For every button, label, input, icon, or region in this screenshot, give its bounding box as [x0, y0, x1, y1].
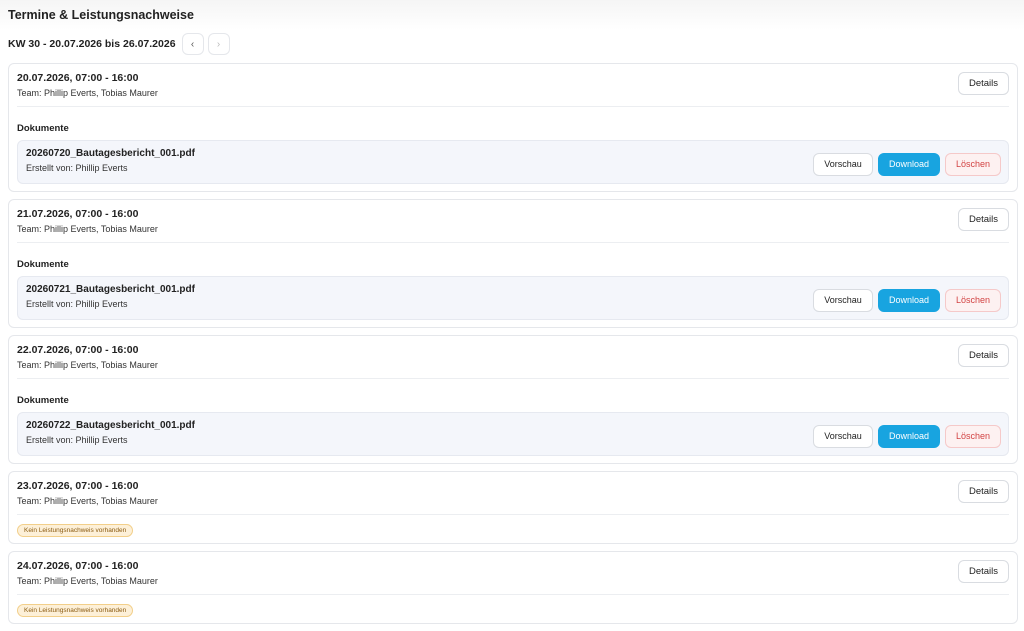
- appointment-card: 24.07.2026, 07:00 - 16:00 Team: Phillip E…: [8, 551, 1018, 624]
- preview-button[interactable]: Vorschau: [813, 288, 873, 312]
- document-actions: Vorschau Download Löschen: [813, 288, 1001, 312]
- appointment-header: 21.07.2026, 07:00 - 16:00 Team: Phillip E…: [9, 200, 1017, 242]
- appointment-info: 24.07.2026, 07:00 - 16:00 Team: Phillip E…: [17, 560, 158, 587]
- status-badge: Kein Leistungsnachweis vorhanden: [17, 524, 134, 537]
- appointment-info: 23.07.2026, 07:00 - 16:00 Team: Phillip E…: [17, 480, 158, 507]
- document-author: Erstellt von: Phillip Everts: [26, 434, 128, 445]
- appointment-info: 21.07.2026, 07:00 - 16:00 Team: Phillip E…: [17, 208, 158, 235]
- no-proof-section: Kein Leistungsnachweis vorhanden: [9, 595, 1017, 623]
- document-name: 20260720_Bautagesbericht_001.pdf: [26, 147, 195, 159]
- chevron-right-icon: ›: [216, 38, 221, 50]
- week-navigation: KW 30 - 20.07.2026 bis 26.07.2026 ‹ ›: [0, 32, 1024, 56]
- document-info: 20260722_Bautagesbericht_001.pdf Erstellt…: [26, 420, 195, 445]
- download-button[interactable]: Download: [878, 424, 940, 448]
- document-name: 20260721_Bautagesbericht_001.pdf: [26, 283, 195, 295]
- appointment-header: 24.07.2026, 07:00 - 16:00 Team: Phillip E…: [9, 552, 1017, 594]
- preview-button[interactable]: Vorschau: [813, 424, 873, 448]
- details-button[interactable]: Details: [957, 480, 1009, 503]
- appointment-header: 22.07.2026, 07:00 - 16:00 Team: Phillip E…: [9, 336, 1017, 378]
- details-button[interactable]: Details: [957, 560, 1009, 583]
- document-name: 20260722_Bautagesbericht_001.pdf: [26, 419, 195, 431]
- previous-week-button[interactable]: ‹: [181, 33, 204, 55]
- document-info: 20260720_Bautagesbericht_001.pdf Erstellt…: [26, 148, 195, 173]
- appointment-date: 22.07.2026, 07:00 - 16:00: [17, 344, 139, 356]
- appointment-team: Team: Phillip Everts, Tobias Maurer: [17, 576, 158, 586]
- document-author: Erstellt von: Phillip Everts: [26, 162, 128, 173]
- appointment-team: Team: Phillip Everts, Tobias Maurer: [17, 496, 158, 506]
- appointment-date: 21.07.2026, 07:00 - 16:00: [17, 208, 139, 220]
- appointment-card: 23.07.2026, 07:00 - 16:00 Team: Phillip E…: [8, 471, 1018, 544]
- details-button[interactable]: Details: [957, 344, 1009, 367]
- documents-heading: Dokumente: [17, 259, 69, 270]
- no-proof-section: Kein Leistungsnachweis vorhanden: [9, 515, 1017, 543]
- documents-section: Dokumente 20260720_Bautagesbericht_001.pd…: [9, 107, 1017, 191]
- document-row: 20260720_Bautagesbericht_001.pdf Erstellt…: [17, 140, 1009, 184]
- appointment-date: 23.07.2026, 07:00 - 16:00: [17, 480, 139, 492]
- appointment-date: 24.07.2026, 07:00 - 16:00: [17, 560, 139, 572]
- details-button[interactable]: Details: [957, 72, 1009, 95]
- document-info: 20260721_Bautagesbericht_001.pdf Erstellt…: [26, 284, 195, 309]
- document-row: 20260722_Bautagesbericht_001.pdf Erstellt…: [17, 412, 1009, 456]
- appointment-card: 21.07.2026, 07:00 - 16:00 Team: Phillip E…: [8, 199, 1018, 328]
- appointment-info: 20.07.2026, 07:00 - 16:00 Team: Phillip E…: [17, 72, 158, 99]
- appointments-list: 20.07.2026, 07:00 - 16:00 Team: Phillip E…: [8, 63, 1018, 631]
- status-badge: Kein Leistungsnachweis vorhanden: [17, 604, 134, 617]
- document-actions: Vorschau Download Löschen: [813, 152, 1001, 176]
- appointment-info: 22.07.2026, 07:00 - 16:00 Team: Phillip E…: [17, 344, 158, 371]
- appointment-team: Team: Phillip Everts, Tobias Maurer: [17, 360, 158, 370]
- next-week-button[interactable]: ›: [207, 33, 230, 55]
- documents-section: Dokumente 20260722_Bautagesbericht_001.pd…: [9, 379, 1017, 463]
- page-header: Termine & Leistungsnachweise: [0, 0, 1024, 30]
- preview-button[interactable]: Vorschau: [813, 152, 873, 176]
- page-title: Termine & Leistungsnachweise: [8, 8, 194, 22]
- documents-section: Dokumente 20260721_Bautagesbericht_001.pd…: [9, 243, 1017, 327]
- documents-heading: Dokumente: [17, 395, 69, 406]
- documents-heading: Dokumente: [17, 123, 69, 134]
- week-label: KW 30 - 20.07.2026 bis 26.07.2026: [8, 38, 176, 50]
- delete-button[interactable]: Löschen: [945, 288, 1001, 312]
- document-row: 20260721_Bautagesbericht_001.pdf Erstellt…: [17, 276, 1009, 320]
- details-button[interactable]: Details: [957, 208, 1009, 231]
- download-button[interactable]: Download: [878, 152, 940, 176]
- delete-button[interactable]: Löschen: [945, 424, 1001, 448]
- download-button[interactable]: Download: [878, 288, 940, 312]
- appointment-team: Team: Phillip Everts, Tobias Maurer: [17, 224, 158, 234]
- appointment-header: 23.07.2026, 07:00 - 16:00 Team: Phillip E…: [9, 472, 1017, 514]
- delete-button[interactable]: Löschen: [945, 152, 1001, 176]
- appointment-header: 20.07.2026, 07:00 - 16:00 Team: Phillip E…: [9, 64, 1017, 106]
- appointment-card: 20.07.2026, 07:00 - 16:00 Team: Phillip E…: [8, 63, 1018, 192]
- appointment-card: 22.07.2026, 07:00 - 16:00 Team: Phillip E…: [8, 335, 1018, 464]
- chevron-left-icon: ‹: [190, 38, 195, 50]
- document-author: Erstellt von: Phillip Everts: [26, 298, 128, 309]
- appointment-date: 20.07.2026, 07:00 - 16:00: [17, 72, 139, 84]
- document-actions: Vorschau Download Löschen: [813, 424, 1001, 448]
- appointment-team: Team: Phillip Everts, Tobias Maurer: [17, 88, 158, 98]
